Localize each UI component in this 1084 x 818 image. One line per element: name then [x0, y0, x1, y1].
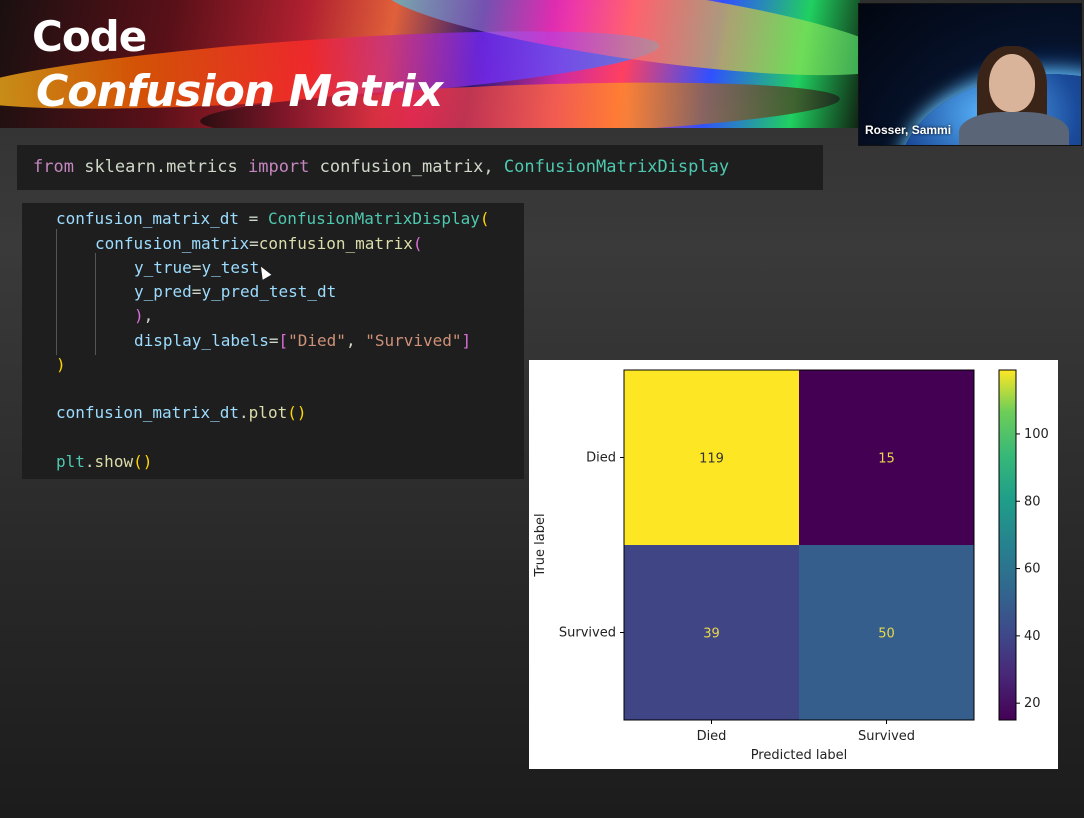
cell-value: 15: [878, 452, 895, 467]
code-token: =: [268, 331, 279, 350]
code-token: ConfusionMatrixDisplay: [267, 209, 480, 228]
code-line: ): [56, 355, 66, 374]
code-line: display_labels=["Died", "Survived"]: [134, 331, 471, 350]
code-token: show: [94, 452, 134, 471]
colorbar-tick-label: 20: [1024, 696, 1041, 711]
code-line: plt.show(): [56, 452, 152, 471]
code-line: y_pred=y_pred_test_dt: [134, 282, 336, 301]
x-tick-label: Died: [697, 729, 727, 744]
participant-body: [959, 112, 1069, 145]
code-token: confusion_matrix_dt: [56, 209, 240, 228]
code-token: ]: [461, 331, 472, 350]
code-token: confusion_matrix: [258, 234, 413, 253]
y-tick-label: Died: [586, 451, 616, 466]
code-token: .: [239, 403, 249, 422]
code-token: "Died": [288, 331, 346, 350]
x-tick-label: Survived: [858, 729, 915, 744]
code-token: ): [56, 355, 66, 374]
code-token: ,: [483, 157, 494, 177]
code-line: confusion_matrix_dt = ConfusionMatrixDis…: [56, 209, 490, 228]
code-token: =: [249, 234, 259, 253]
code-line: confusion_matrix_dt.plot(): [56, 403, 306, 422]
confusion-matrix-svg: 119 15 39 50 Died Survived Died Survived Predict…: [533, 369, 1049, 763]
code-token: =: [191, 258, 202, 277]
code-token: y_pred_test_dt: [201, 282, 337, 301]
colorbar-tick-label: 40: [1024, 629, 1041, 644]
indent-guide: [56, 229, 57, 355]
code-token: .: [84, 452, 95, 471]
code-token: ): [134, 306, 144, 325]
code-token: from: [33, 157, 74, 177]
participant-video-tile[interactable]: Rosser, Sammi: [858, 3, 1082, 146]
participant-face: [989, 54, 1035, 112]
code-token: "Survived": [365, 331, 462, 350]
code-token: (: [412, 234, 423, 253]
slide-title-code: Code: [32, 12, 147, 61]
code-token: confusion_matrix: [319, 157, 484, 177]
code-token: =: [239, 209, 268, 228]
code-token: y_true: [134, 258, 192, 277]
colorbar: [998, 369, 1017, 721]
indent-guide: [95, 253, 96, 355]
colorbar-tick-label: 60: [1024, 562, 1041, 577]
x-axis-label: Predicted label: [751, 748, 848, 763]
code-token: ConfusionMatrixDisplay: [503, 157, 730, 177]
colorbar-tick-label: 100: [1024, 427, 1049, 442]
code-token: import: [247, 157, 310, 177]
colorbar-tick-label: 80: [1024, 494, 1041, 509]
code-line: ),: [134, 306, 153, 325]
code-token: [: [278, 331, 289, 350]
code-token: sklearn.metrics: [84, 157, 238, 177]
participant-name: Rosser, Sammi: [865, 123, 952, 137]
cell-value: 119: [699, 452, 724, 467]
code-line: confusion_matrix=confusion_matrix(: [95, 234, 423, 253]
code-token: plt: [56, 452, 85, 471]
code-token: y_pred: [134, 282, 192, 301]
code-token: (): [287, 403, 307, 422]
code-token: y_test: [201, 258, 260, 277]
import-code-block: from sklearn.metrics import confusion_ma…: [17, 145, 823, 190]
code-token: ,: [143, 306, 154, 325]
code-token: confusion_matrix_dt: [56, 403, 240, 422]
y-axis-label: True label: [533, 513, 548, 577]
slide-title-confusion-matrix: Confusion Matrix: [36, 66, 443, 117]
code-token: display_labels: [134, 331, 269, 350]
cell-value: 39: [703, 627, 720, 642]
code-block: confusion_matrix_dt = ConfusionMatrixDis…: [22, 203, 524, 479]
code-token: confusion_matrix: [95, 234, 250, 253]
confusion-matrix-chart: 119 15 39 50 Died Survived Died Survived Predict…: [529, 360, 1058, 769]
y-tick-label: Survived: [559, 626, 616, 641]
code-token: =: [191, 282, 202, 301]
code-token: (: [479, 209, 490, 228]
code-token: (): [133, 452, 153, 471]
code-token: plot: [248, 403, 288, 422]
code-token: ,: [345, 331, 366, 350]
code-line: y_true=y_test: [134, 258, 259, 277]
cell-value: 50: [878, 627, 895, 642]
slide-banner: Code Confusion Matrix: [0, 0, 860, 128]
